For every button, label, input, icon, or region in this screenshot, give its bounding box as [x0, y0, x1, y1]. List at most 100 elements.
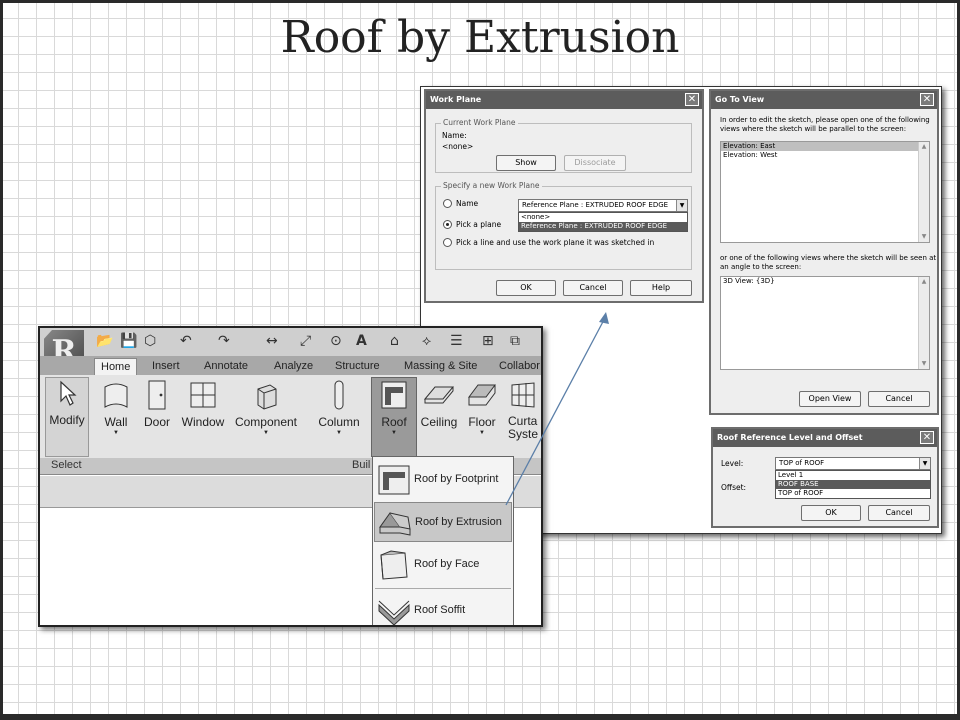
list-item[interactable]: Elevation: West: [721, 151, 929, 160]
ceiling-button[interactable]: Ceiling: [420, 379, 458, 429]
component-label: Component: [234, 415, 298, 429]
modify-button[interactable]: Modify: [47, 379, 87, 427]
door-label: Door: [143, 415, 170, 429]
undo-icon[interactable]: ↶: [180, 333, 192, 349]
tag-icon[interactable]: ⊙: [330, 333, 342, 349]
level-label: Level:: [721, 459, 744, 468]
tab-massing-site[interactable]: Massing & Site: [404, 358, 477, 375]
chevron-down-icon[interactable]: ▼: [234, 430, 298, 436]
level-combo[interactable]: TOP of ROOF ▼: [775, 457, 931, 470]
roof-by-face-item[interactable]: Roof by Face: [374, 545, 512, 585]
text-icon[interactable]: A: [356, 333, 367, 349]
intro-line-1: In order to edit the sketch, please open…: [720, 116, 930, 124]
dropdown-option-selected[interactable]: ROOF BASE: [776, 480, 930, 489]
tab-structure[interactable]: Structure: [335, 358, 380, 375]
flyout-label: Roof by Extrusion: [415, 516, 502, 528]
dissociate-button[interactable]: Dissociate: [564, 155, 626, 171]
roof-by-footprint-item[interactable]: Roof by Footprint: [374, 460, 512, 500]
cancel-button[interactable]: Cancel: [868, 505, 930, 521]
ceiling-icon: [423, 386, 455, 404]
dropdown-option[interactable]: Level 1: [776, 471, 930, 480]
flyout-label: Roof Soffit: [414, 604, 466, 616]
close-icon[interactable]: ✕: [920, 431, 934, 444]
name-radio[interactable]: [443, 199, 452, 208]
work-plane-dropdown: <none> Reference Plane : EXTRUDED ROOF E…: [518, 212, 688, 232]
scroll-up-icon[interactable]: ▲: [919, 142, 929, 152]
dropdown-option[interactable]: TOP of ROOF: [776, 489, 930, 498]
chevron-down-icon[interactable]: ▼: [316, 430, 362, 436]
switch-windows-icon[interactable]: ⧉: [510, 333, 520, 349]
work-plane-combo[interactable]: Reference Plane : EXTRUDED ROOF EDGE ▼: [518, 199, 688, 212]
tab-annotate[interactable]: Annotate: [204, 358, 248, 375]
curtain-system-button[interactable]: Curta Syste: [508, 379, 541, 441]
angle-text-line-2: an angle to the screen:: [720, 263, 802, 271]
current-work-plane-group: Current Work Plane Name: <none> Show Dis…: [435, 118, 692, 173]
show-button[interactable]: Show: [496, 155, 556, 171]
list-item[interactable]: 3D View: {3D}: [721, 277, 929, 286]
close-icon[interactable]: ✕: [685, 93, 699, 106]
angle-views-list[interactable]: 3D View: {3D} ▲ ▼: [720, 276, 930, 370]
roof-soffit-item[interactable]: Roof Soffit: [374, 591, 512, 625]
ok-button[interactable]: OK: [801, 505, 861, 521]
open-view-button[interactable]: Open View: [799, 391, 861, 407]
wall-icon: [104, 383, 128, 408]
name-radio-label: Name: [456, 199, 479, 208]
tab-analyze[interactable]: Analyze: [274, 358, 313, 375]
save-icon[interactable]: 💾: [120, 333, 137, 349]
chevron-down-icon[interactable]: ▼: [919, 458, 930, 469]
scrollbar[interactable]: ▲ ▼: [918, 277, 929, 369]
tab-insert[interactable]: Insert: [152, 358, 180, 375]
roof-icon: [381, 381, 407, 409]
window-button[interactable]: Window: [180, 379, 226, 429]
wall-button[interactable]: Wall ▼: [96, 379, 136, 436]
group-label: Current Work Plane: [441, 118, 518, 127]
chevron-down-icon[interactable]: ▼: [676, 200, 687, 211]
ok-button[interactable]: OK: [496, 280, 556, 296]
floor-button[interactable]: Floor ▼: [464, 379, 500, 436]
cancel-button[interactable]: Cancel: [563, 280, 623, 296]
roof-soffit-icon: [378, 600, 410, 625]
dropdown-option[interactable]: <none>: [519, 213, 687, 222]
close-hidden-icon[interactable]: ⊞: [482, 333, 494, 349]
floor-label: Floor: [468, 415, 496, 429]
dimension-icon[interactable]: ⤢: [300, 333, 311, 349]
close-icon[interactable]: ✕: [920, 93, 934, 106]
scroll-up-icon[interactable]: ▲: [919, 277, 929, 287]
dropdown-option-selected[interactable]: Reference Plane : EXTRUDED ROOF EDGE: [519, 222, 687, 231]
roof-reference-title: Roof Reference Level and Offset: [713, 429, 937, 447]
tab-home[interactable]: Home: [94, 358, 138, 375]
roof-label: Roof: [381, 415, 407, 429]
sync-icon[interactable]: ⬡: [144, 333, 156, 349]
tab-collaborate[interactable]: Collabor: [499, 358, 540, 375]
cancel-button[interactable]: Cancel: [868, 391, 930, 407]
roof-face-icon: [380, 550, 408, 580]
measure-icon[interactable]: ↔: [266, 333, 278, 349]
parallel-views-list[interactable]: Elevation: East Elevation: West ▲ ▼: [720, 141, 930, 243]
select-panel-label[interactable]: Select: [51, 459, 82, 471]
column-button[interactable]: Column ▼: [316, 379, 362, 436]
curtain-label-2: Syste: [508, 427, 539, 441]
help-button[interactable]: Help: [630, 280, 692, 296]
door-button[interactable]: Door: [140, 379, 174, 429]
specify-work-plane-group: Specify a new Work Plane Name Reference …: [435, 181, 692, 270]
roof-by-extrusion-item[interactable]: Roof by Extrusion: [374, 502, 512, 542]
section-icon[interactable]: ⟡: [422, 333, 431, 349]
revit-ribbon-screenshot: 📂 💾 ⬡ ↶ ↷ ↔ ⤢ ⊙ A ⌂ ⟡ ☰ ⊞ ⧉ R A Home Ins…: [38, 326, 543, 627]
roof-button[interactable]: Roof ▼: [373, 379, 415, 436]
curtain-system-icon: [511, 382, 535, 408]
redo-icon[interactable]: ↷: [218, 333, 230, 349]
door-icon: [148, 380, 166, 410]
open-folder-icon[interactable]: 📂: [96, 333, 113, 349]
chevron-down-icon[interactable]: ▼: [373, 430, 415, 436]
scroll-down-icon[interactable]: ▼: [919, 232, 929, 242]
chevron-down-icon[interactable]: ▼: [96, 430, 136, 436]
component-button[interactable]: Component ▼: [234, 379, 298, 436]
scrollbar[interactable]: ▲ ▼: [918, 142, 929, 242]
pick-line-radio[interactable]: [443, 238, 452, 247]
chevron-down-icon[interactable]: ▼: [464, 430, 500, 436]
scroll-down-icon[interactable]: ▼: [919, 359, 929, 369]
list-item[interactable]: Elevation: East: [721, 142, 929, 151]
thin-lines-icon[interactable]: ☰: [450, 333, 463, 349]
3d-view-icon[interactable]: ⌂: [390, 333, 399, 349]
pick-plane-radio[interactable]: [443, 220, 452, 229]
